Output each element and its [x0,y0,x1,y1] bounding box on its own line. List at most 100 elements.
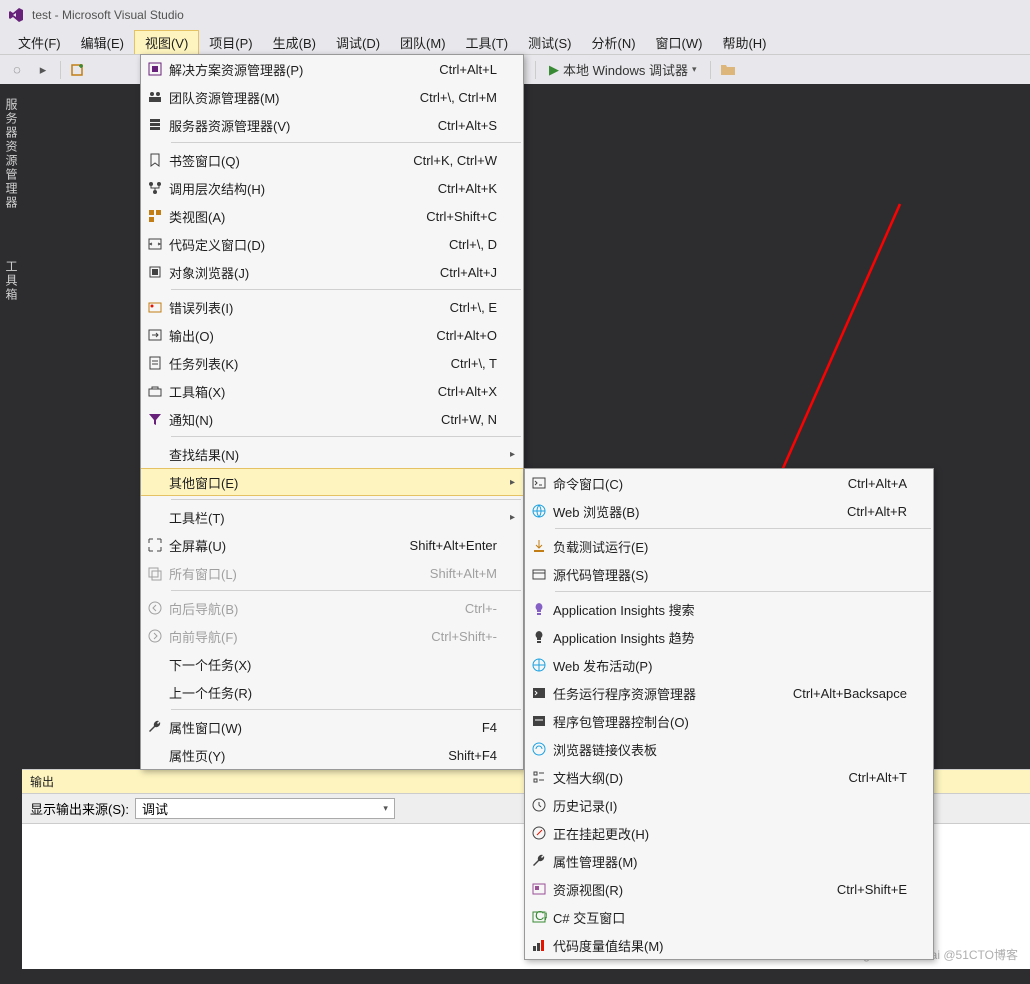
menu-item[interactable]: 其他窗口(E) [141,468,523,496]
menu-item[interactable]: 任务列表(K)Ctrl+\, T [141,349,523,377]
debug-target-dropdown[interactable]: ▶ 本地 Windows 调试器 ▾ [542,59,704,80]
menu-item-label: 下一个任务(X) [169,655,309,674]
outline-icon [525,769,553,785]
menu-item[interactable]: 浏览器链接仪表板 [525,735,933,763]
menu-item[interactable]: Application Insights 搜索 [525,595,933,623]
menubar-item[interactable]: 编辑(E) [71,30,134,54]
menu-item[interactable]: 属性窗口(W)F4 [141,713,523,741]
menu-item[interactable]: 属性管理器(M) [525,847,933,875]
menubar-item[interactable]: 分析(N) [581,30,645,54]
menu-item[interactable]: 输出(O) Ctrl+Alt+O [141,321,523,349]
menu-item[interactable]: 文档大纲(D)Ctrl+Alt+T [525,763,933,791]
menu-item-shortcut: Ctrl+\, Ctrl+M [420,90,523,105]
menubar-item[interactable]: 生成(B) [263,30,326,54]
wrench-icon [141,719,169,735]
scm-icon [525,566,553,582]
menu-item[interactable]: 通知(N)Ctrl+W, N [141,405,523,433]
menu-item-shortcut: Ctrl+\, D [449,237,523,252]
menu-separator [171,142,521,143]
menu-item[interactable]: Application Insights 趋势 [525,623,933,651]
menu-item-label: 工具箱(X) [169,382,309,401]
menu-item[interactable]: Web 发布活动(P) [525,651,933,679]
menu-item-label: 历史记录(I) [553,796,693,815]
menu-item[interactable]: 资源视图(R)Ctrl+Shift+E [525,875,933,903]
menu-item-label: 对象浏览器(J) [169,263,309,282]
menu-item-shortcut: Ctrl+\, T [451,356,523,371]
debug-target-label: 本地 Windows 调试器 [563,60,688,79]
folder-icon[interactable] [717,59,739,81]
menu-item[interactable]: 程序包管理器控制台(O) [525,707,933,735]
menu-item: 向前导航(F)Ctrl+Shift+- [141,622,523,650]
menu-item-label: 上一个任务(R) [169,683,309,702]
menu-separator [171,289,521,290]
menu-item[interactable]: 团队资源管理器(M)Ctrl+\, Ctrl+M [141,83,523,111]
menu-item[interactable]: 代码度量值结果(M) [525,931,933,959]
menu-item[interactable]: 源代码管理器(S) [525,560,933,588]
sidebar-tab-toolbox[interactable]: 工具箱 [0,254,22,308]
menu-item: 向后导航(B)Ctrl+- [141,594,523,622]
output-source-label: 显示输出来源(S): [30,799,129,818]
separator [60,61,61,79]
menu-item[interactable]: 服务器资源管理器(V)Ctrl+Alt+S [141,111,523,139]
solution-icon [141,61,169,77]
resource-icon [525,881,553,897]
menu-item[interactable]: 上一个任务(R) [141,678,523,706]
menu-separator [171,499,521,500]
menubar-item[interactable]: 文件(F) [8,30,71,54]
output-icon [141,327,169,343]
chevron-down-icon: ▾ [692,64,697,75]
new-project-icon[interactable] [67,59,89,81]
web-icon [525,503,553,519]
menu-item[interactable]: 工具箱(X) Ctrl+Alt+X [141,377,523,405]
menubar-item[interactable]: 团队(M) [390,30,456,54]
menubar-item[interactable]: 测试(S) [518,30,581,54]
bookmark-icon [141,152,169,168]
menu-item[interactable]: 解决方案资源管理器(P)Ctrl+Alt+L [141,55,523,83]
nav-back-icon[interactable]: ◌ [6,59,28,81]
menu-item[interactable]: 下一个任务(X) [141,650,523,678]
menu-item[interactable]: 错误列表(I)Ctrl+\, E [141,293,523,321]
menu-item[interactable]: 工具栏(T) [141,503,523,531]
menu-item[interactable]: 书签窗口(Q)Ctrl+K, Ctrl+W [141,146,523,174]
menu-item-shortcut: Ctrl+Shift+C [426,209,523,224]
menu-item[interactable]: 对象浏览器(J)Ctrl+Alt+J [141,258,523,286]
menu-item[interactable]: 正在挂起更改(H) [525,819,933,847]
navback-icon [141,600,169,616]
menubar-item[interactable]: 帮助(H) [712,30,776,54]
menubar-item[interactable]: 窗口(W) [646,30,713,54]
menu-item[interactable]: 任务运行程序资源管理器Ctrl+Alt+Backsapce [525,679,933,707]
menu-item[interactable]: 全屏幕(U)Shift+Alt+Enter [141,531,523,559]
filter-icon [141,411,169,427]
menu-item[interactable]: 查找结果(N) [141,440,523,468]
window-title: test - Microsoft Visual Studio [32,8,184,22]
menu-item[interactable]: 类视图(A)Ctrl+Shift+C [141,202,523,230]
cmd-icon [525,475,553,491]
menu-item[interactable]: C#C# 交互窗口 [525,903,933,931]
menu-item[interactable]: 命令窗口(C)Ctrl+Alt+A [525,469,933,497]
menubar-item[interactable]: 项目(P) [199,30,262,54]
metrics-icon [525,937,553,953]
separator [535,61,536,79]
menu-item-shortcut: Ctrl+Alt+L [439,62,523,77]
menu-item-label: 输出(O) [169,326,309,345]
menubar-item[interactable]: 视图(V) [134,30,199,54]
menubar-item[interactable]: 工具(T) [456,30,519,54]
menu-item[interactable]: 负载测试运行(E) [525,532,933,560]
menu-item-shortcut: Ctrl+Alt+X [438,384,523,399]
menu-item-label: 全屏幕(U) [169,536,309,555]
sidebar-tab-server-explorer[interactable]: 服务器资源管理器 [0,92,22,216]
menu-item-shortcut: Ctrl+Alt+O [436,328,523,343]
menu-item[interactable]: 调用层次结构(H)Ctrl+Alt+K [141,174,523,202]
menu-separator [555,591,931,592]
output-source-dropdown[interactable]: 调试 ▾ [135,798,395,819]
nav-fwd-icon[interactable]: ▸ [32,59,54,81]
cmd2-icon [525,685,553,701]
menubar-item[interactable]: 调试(D) [326,30,390,54]
menu-item[interactable]: 代码定义窗口(D)Ctrl+\, D [141,230,523,258]
menu-item[interactable]: 历史记录(I) [525,791,933,819]
pkg-icon [525,713,553,729]
menu-item-label: Web 浏览器(B) [553,502,693,521]
menu-item[interactable]: Web 浏览器(B)Ctrl+Alt+R [525,497,933,525]
navfwd-icon [141,628,169,644]
menu-item[interactable]: 属性页(Y)Shift+F4 [141,741,523,769]
